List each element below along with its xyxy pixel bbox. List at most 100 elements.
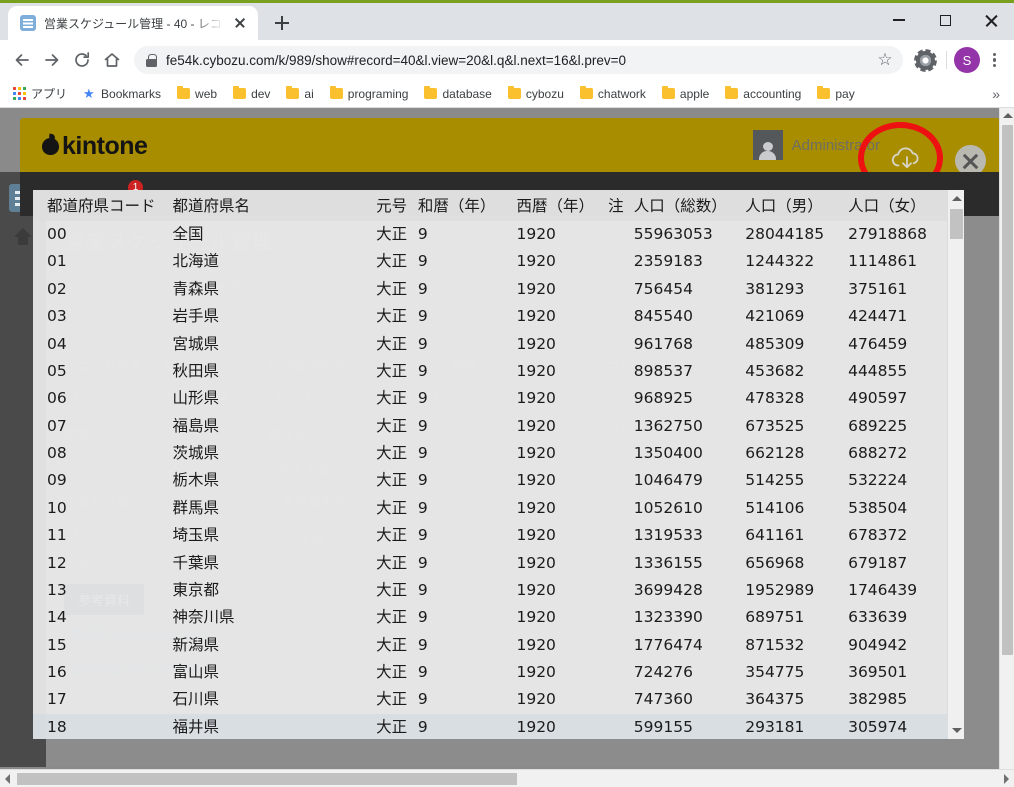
kintone-user-area[interactable]: Administrator: [752, 130, 880, 160]
table-row[interactable]: 16 富山県 大正 9 1920 724276 354775 369501: [33, 659, 947, 686]
cell-prefecture-code: 14: [47, 608, 67, 627]
table-row[interactable]: 02 青森県 大正 9 1920 756454 381293 375161: [33, 276, 947, 303]
bookmark-item-dev[interactable]: dev: [226, 84, 277, 104]
bookmark-item-chatwork[interactable]: chatwork: [573, 84, 653, 104]
cell-prefecture-code: 16: [47, 663, 67, 681]
cell-population-total: 968925: [633, 389, 693, 408]
page-horizontal-scrollbar[interactable]: [0, 769, 1014, 787]
reload-button[interactable]: [68, 46, 96, 74]
cell-population-total: 845540: [633, 307, 693, 326]
table-row[interactable]: 06 山形県 大正 9 1920 968925 478328 490597: [33, 385, 947, 412]
table-row[interactable]: 14 神奈川県 大正 9 1920 1323390 689751 633639: [33, 604, 947, 631]
chrome-menu-button[interactable]: [982, 48, 1006, 72]
table-row[interactable]: 08 茨城県 大正 9 1920 1350400 662128 688272: [33, 440, 947, 467]
bookmark-item-web[interactable]: web: [170, 84, 224, 104]
page-vertical-scrollbar[interactable]: [999, 108, 1014, 787]
col-header-population-total: 人口（総数）: [629, 190, 742, 221]
bookmark-label: chatwork: [597, 86, 646, 101]
cell-population-total: 1319533: [633, 526, 703, 545]
back-button[interactable]: [8, 46, 36, 74]
bookmark-item-programing[interactable]: programing: [323, 84, 416, 104]
col-header-prefecture-code: 都道府県コード: [33, 190, 169, 221]
cell-era: 大正: [376, 498, 408, 517]
cell-western-year: 1920: [516, 498, 556, 517]
table-row[interactable]: 18 福井県 大正 9 1920 599155 293181 305974: [33, 713, 947, 739]
address-bar[interactable]: fe54k.cybozu.com/k/989/show#record=40&l.…: [134, 46, 903, 74]
page-scroll-left-arrow-icon[interactable]: [0, 770, 15, 787]
cell-prefecture-code: 05: [47, 361, 67, 380]
cell-population-female: 375161: [848, 279, 908, 298]
maximize-button[interactable]: [922, 3, 968, 37]
col-header-note: 注: [604, 190, 630, 221]
new-tab-button[interactable]: [268, 9, 296, 37]
page-scrollbar-thumb[interactable]: [1002, 125, 1013, 655]
bookmark-label: web: [195, 86, 218, 101]
table-row[interactable]: 03 岩手県 大正 9 1920 845540 421069 424471: [33, 303, 947, 330]
cell-population-female: 369501: [848, 663, 908, 681]
scrollbar-thumb[interactable]: [950, 209, 963, 239]
home-button[interactable]: [98, 46, 126, 74]
browser-tab[interactable]: 営業スケジュール管理 - 40 - レコード: [8, 6, 258, 40]
table-row[interactable]: 13 東京都 大正 9 1920 3699428 1952989 1746439: [33, 577, 947, 604]
star-icon: ★: [83, 85, 95, 101]
bookmarks-bar: アプリ ★ Bookmarks web dev ai programing da…: [0, 80, 1014, 108]
kintone-logo: kintone: [42, 132, 148, 161]
scroll-down-arrow-icon[interactable]: [948, 722, 964, 739]
bookmark-item-apps[interactable]: アプリ: [6, 82, 74, 105]
home-icon[interactable]: [14, 228, 32, 245]
table-row[interactable]: 11 埼玉県 大正 9 1920 1319533 641161 678372: [33, 522, 947, 549]
table-row[interactable]: 01 北海道 大正 9 1920 2359183 1244322 1114861: [33, 248, 947, 275]
home-icon: [104, 53, 120, 67]
bookmarks-overflow-button[interactable]: »: [984, 84, 1008, 104]
col-header-population-male: 人口（男）: [741, 190, 845, 221]
bookmark-item-ai[interactable]: ai: [279, 84, 320, 104]
page-scroll-right-arrow-icon[interactable]: [999, 770, 1014, 787]
gear-extension-icon: [915, 50, 935, 70]
table-row[interactable]: 05 秋田県 大正 9 1920 898537 453682 444855: [33, 358, 947, 385]
cell-population-female: 476459: [848, 334, 908, 353]
table-row[interactable]: 07 福島県 大正 9 1920 1362750 673525 689225: [33, 413, 947, 440]
cell-population-male: 673525: [745, 416, 805, 435]
bookmark-star-icon[interactable]: ☆: [875, 50, 895, 70]
table-row[interactable]: 15 新潟県 大正 9 1920 1776474 871532 904942: [33, 632, 947, 659]
minimize-button[interactable]: [876, 3, 922, 37]
bookmark-item-database[interactable]: database: [417, 84, 498, 104]
table-row[interactable]: 09 栃木県 大正 9 1920 1046479 514255 532224: [33, 467, 947, 494]
cell-era: 大正: [376, 361, 408, 380]
cell-wareki-year: 9: [417, 690, 428, 709]
cell-population-female: 305974: [844, 713, 947, 739]
table-row[interactable]: 10 群馬県 大正 9 1920 1052610 514106 538504: [33, 495, 947, 522]
table-row[interactable]: 12 千葉県 大正 9 1920 1336155 656968 679187: [33, 550, 947, 577]
window-close-button[interactable]: [968, 3, 1014, 37]
cell-era: 大正: [376, 389, 408, 408]
bookmark-item-apple[interactable]: apple: [655, 84, 716, 104]
kintone-logo-text: kintone: [62, 132, 148, 160]
tab-close-icon[interactable]: [232, 15, 248, 31]
page-hscrollbar-thumb[interactable]: [17, 773, 517, 785]
cloud-download-icon[interactable]: [889, 144, 925, 174]
csv-table-vertical-scrollbar[interactable]: [947, 190, 964, 739]
bookmark-item-bookmarks[interactable]: ★ Bookmarks: [76, 83, 168, 105]
cell-note: [604, 632, 630, 659]
table-row[interactable]: 00 全国 大正 9 1920 55963053 28044185 27918868: [33, 221, 947, 248]
cell-era: 大正: [376, 225, 408, 243]
bookmark-item-accounting[interactable]: accounting: [718, 84, 808, 104]
cell-western-year: 1920: [516, 553, 556, 572]
scroll-up-arrow-icon[interactable]: [948, 190, 964, 207]
profile-avatar[interactable]: S: [954, 47, 980, 73]
table-row[interactable]: 04 宮城県 大正 9 1920 961768 485309 476459: [33, 331, 947, 358]
cell-western-year: 1920: [516, 307, 556, 326]
bookmark-item-cybozu[interactable]: cybozu: [501, 84, 571, 104]
cell-population-female: 679187: [848, 553, 908, 572]
page-scroll-up-arrow-icon[interactable]: [1000, 108, 1014, 123]
extension-button[interactable]: [911, 46, 939, 74]
cell-population-female: 688272: [848, 444, 908, 462]
cell-wareki-year: 9: [417, 416, 428, 435]
bookmark-item-pay[interactable]: pay: [810, 84, 861, 104]
table-row[interactable]: 17 石川県 大正 9 1920 747360 364375 382985: [33, 686, 947, 713]
forward-button[interactable]: [38, 46, 66, 74]
cell-population-total: 599155: [629, 713, 742, 739]
bookmark-label: accounting: [743, 86, 802, 101]
folder-icon: [424, 85, 438, 99]
cell-population-male: 293181: [741, 713, 845, 739]
